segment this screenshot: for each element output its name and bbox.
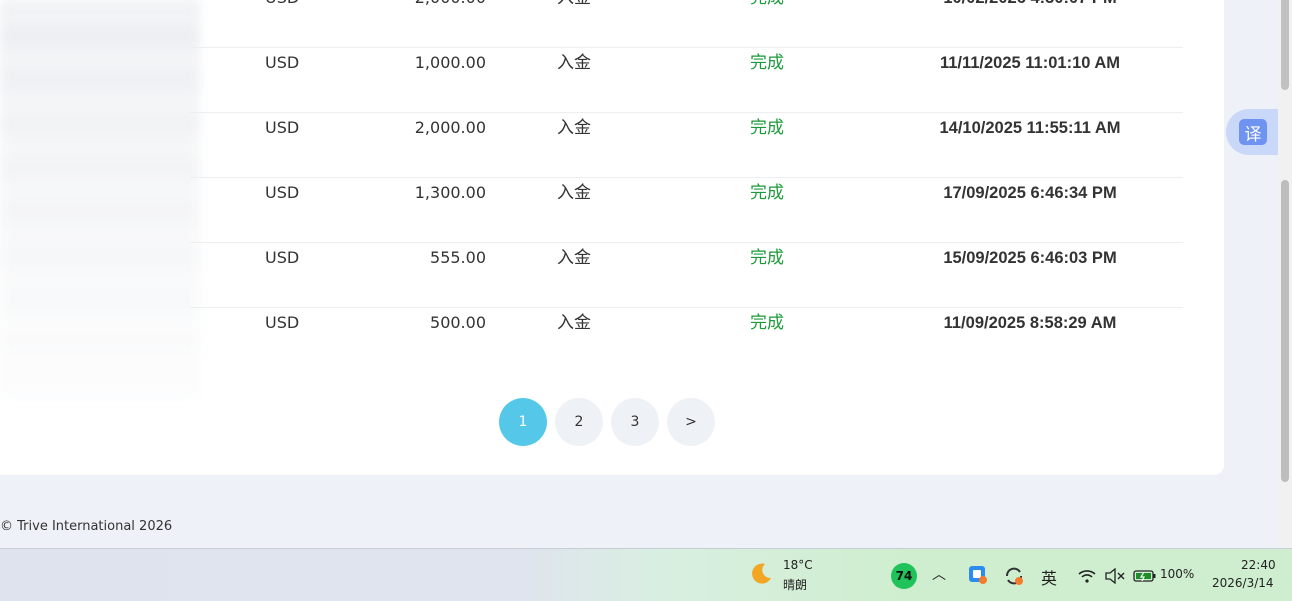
scrollbar-track-segment: [1281, 0, 1289, 90]
currency-cell: USD: [265, 0, 299, 13]
datetime-cell: 10/02/2026 4:30:07 PM: [925, 0, 1135, 13]
type-cell: 入金: [557, 313, 591, 333]
clock-time[interactable]: 22:40: [1241, 558, 1276, 572]
weather-description[interactable]: 晴朗: [783, 576, 807, 593]
footer-copyright: © Trive International 2026: [0, 519, 173, 534]
page-scrollbar[interactable]: [1278, 0, 1292, 548]
page-2-button[interactable]: 2: [555, 398, 603, 446]
page-1-button[interactable]: 1: [499, 398, 547, 446]
volume-muted-icon[interactable]: [1104, 568, 1126, 584]
battery-percent: 100%: [1160, 567, 1195, 581]
ime-indicator[interactable]: 英: [1041, 565, 1057, 589]
table-row: USD 2,000.00 入金 完成 14/10/2025 11:55:11 A…: [190, 113, 1183, 178]
datetime-cell: 15/09/2025 6:46:03 PM: [943, 249, 1117, 267]
table-row: USD 500.00 入金 完成 11/09/2025 8:58:29 AM: [190, 308, 1183, 372]
datetime-cell: 14/10/2025 11:55:11 AM: [939, 119, 1121, 137]
sync-app-icon[interactable]: [1003, 565, 1025, 587]
table-row: USD 1,300.00 入金 完成 17/09/2025 6:46:34 PM: [190, 178, 1183, 243]
tray-app-icon[interactable]: [968, 565, 988, 585]
translate-button[interactable]: 译: [1226, 109, 1278, 155]
scrollbar-thumb[interactable]: [1281, 180, 1289, 482]
type-cell: 入金: [557, 183, 591, 203]
page-3-button[interactable]: 3: [611, 398, 659, 446]
currency-cell: USD: [265, 313, 300, 332]
amount-cell: 1,000.00: [414, 53, 486, 72]
type-cell: 入金: [557, 248, 591, 268]
status-cell: 完成: [750, 248, 784, 268]
status-cell: 完成: [750, 313, 784, 333]
type-cell: 入金: [557, 53, 591, 73]
datetime-cell: 11/11/2025 11:01:10 AM: [939, 54, 1121, 72]
currency-cell: USD: [265, 118, 300, 137]
table-row: USD 555.00 入金 完成 15/09/2025 6:46:03 PM: [190, 243, 1183, 308]
status-cell: 完成: [750, 0, 784, 13]
amount-cell: 2,000.00: [365, 0, 486, 13]
currency-cell: USD: [265, 183, 300, 202]
moon-icon[interactable]: [748, 561, 774, 587]
currency-cell: USD: [265, 248, 300, 267]
battery-charging-icon[interactable]: [1133, 569, 1157, 583]
redacted-column: [0, 0, 200, 400]
datetime-cell: 11/09/2025 8:58:29 AM: [943, 314, 1117, 332]
next-page-button[interactable]: >: [667, 398, 715, 446]
currency-cell: USD: [265, 53, 300, 72]
taskbar: 18°C 晴朗 74 ︿ 英 100% 22:40 2026/3/14: [0, 548, 1292, 601]
datetime-cell: 17/09/2025 6:46:34 PM: [943, 184, 1117, 202]
status-cell: 完成: [750, 53, 784, 73]
type-cell: 入金: [557, 0, 591, 13]
status-cell: 完成: [750, 183, 784, 203]
chevron-up-icon[interactable]: ︿: [932, 564, 946, 584]
amount-cell: 2,000.00: [414, 118, 486, 137]
amount-cell: 555.00: [430, 248, 486, 267]
translate-icon: 译: [1239, 119, 1267, 145]
table-row: USD 1,000.00 入金 完成 11/11/2025 11:01:10 A…: [190, 48, 1183, 113]
transactions-card: USD 2,000.00 入金 完成 10/02/2026 4:30:07 PM…: [0, 0, 1224, 475]
weather-temperature[interactable]: 18°C: [783, 558, 813, 572]
table-row: USD 2,000.00 入金 完成 10/02/2026 4:30:07 PM: [190, 0, 1183, 48]
amount-cell: 500.00: [430, 313, 486, 332]
type-cell: 入金: [557, 118, 591, 138]
clock-date[interactable]: 2026/3/14: [1212, 576, 1274, 590]
status-cell: 完成: [750, 118, 784, 138]
amount-cell: 1,300.00: [414, 183, 486, 202]
notification-badge-icon[interactable]: 74: [891, 563, 917, 589]
wifi-icon[interactable]: [1077, 568, 1097, 584]
